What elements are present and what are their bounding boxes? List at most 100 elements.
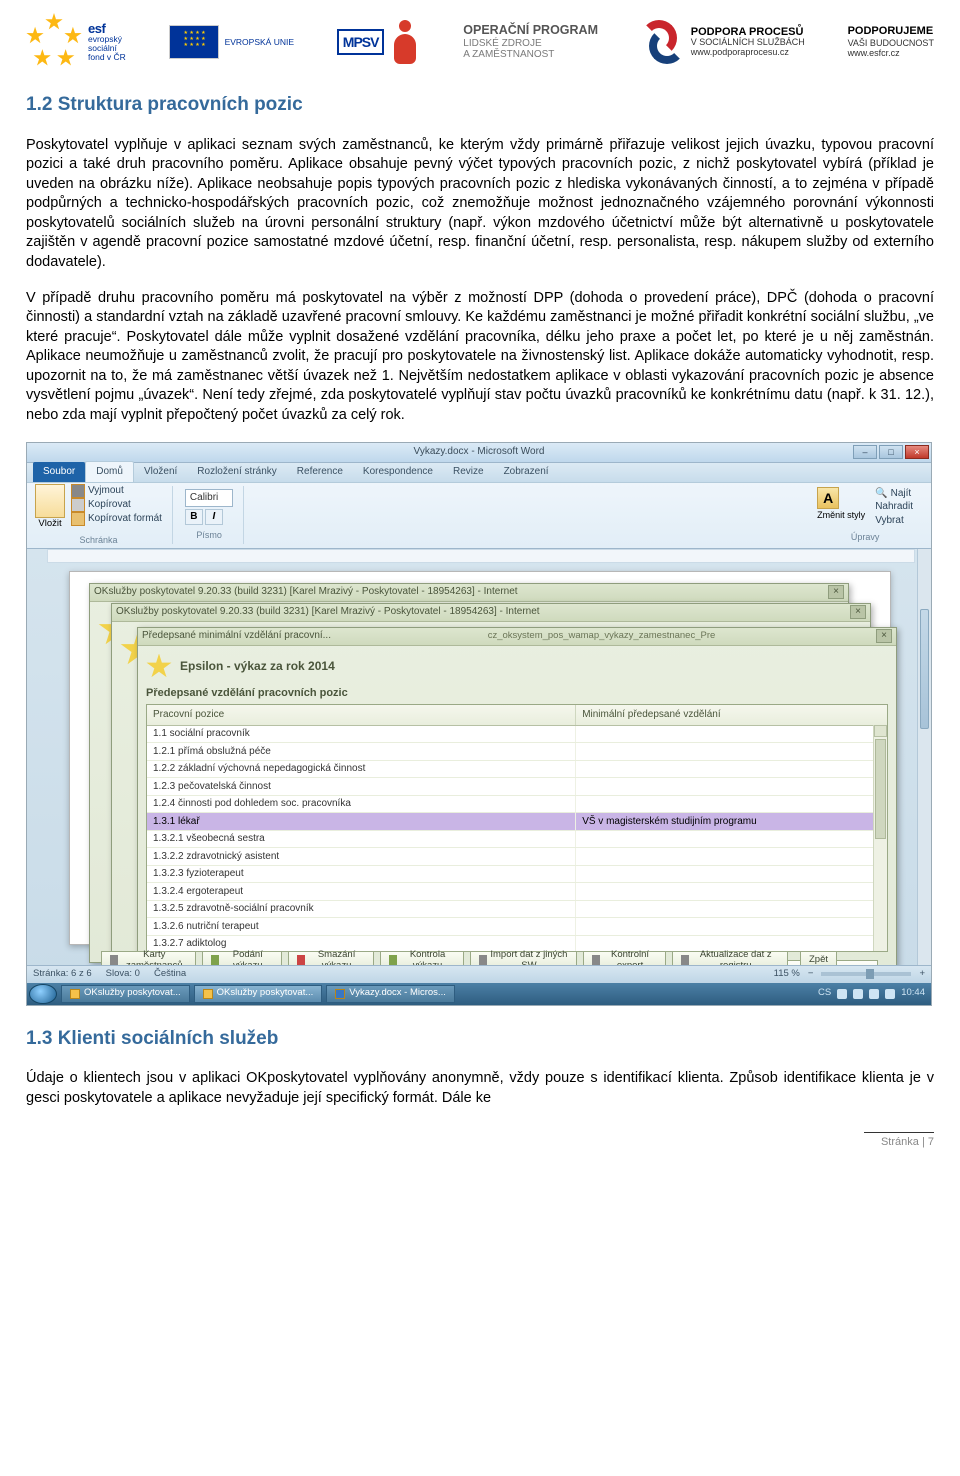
taskbar-item-2[interactable]: OKslužby poskytovat... <box>194 985 323 1003</box>
taskbar-item-3[interactable]: Vykazy.docx - Micros... <box>326 985 455 1003</box>
esf-star-icon <box>26 16 82 68</box>
replace-button[interactable]: Nahradit <box>875 500 913 514</box>
italic-button[interactable]: I <box>205 509 223 525</box>
table-row[interactable]: 1.3.2.6 nutriční terapeut <box>147 918 887 936</box>
tray-icon[interactable] <box>885 989 895 999</box>
tab-soubor[interactable]: Soubor <box>33 462 85 482</box>
para-1: Poskytovatel vyplňuje v aplikaci seznam … <box>26 136 934 273</box>
ribbon-editing-group: A Změnit styly 🔍Najít Nahradit Vybrat Úp… <box>817 486 923 544</box>
ie2-title-text: OKslužby poskytovatel 9.20.33 (build 323… <box>116 605 540 619</box>
tray-icon[interactable] <box>853 989 863 999</box>
cell-education <box>576 866 887 883</box>
font-group-label: Písmo <box>185 529 233 541</box>
table-row[interactable]: 1.3.2.1 všeobecná sestra <box>147 831 887 849</box>
ie3-section-label: Předepsané vzdělání pracovních pozic <box>146 686 888 701</box>
cell-position: 1.3.1 lékař <box>147 813 576 830</box>
export-icon <box>592 955 600 965</box>
logo-pp: PODPORA PROCESŮ V SOCIÁLNÍCH SLUŽBÁCH ww… <box>641 20 805 64</box>
table-row[interactable]: 1.3.2.4 ergoterapeut <box>147 883 887 901</box>
cell-position: 1.3.2.4 ergoterapeut <box>147 883 576 900</box>
table-row[interactable]: 1.3.2.5 zdravotně-sociální pracovník <box>147 901 887 919</box>
system-tray: CS 10:44 <box>818 987 931 1000</box>
cell-position: 1.3.2.5 zdravotně-sociální pracovník <box>147 901 576 918</box>
tab-rozlozeni[interactable]: Rozložení stránky <box>187 462 286 482</box>
scissors-icon <box>71 484 85 498</box>
tray-lang[interactable]: CS <box>818 987 831 1000</box>
format-painter-button[interactable]: Kopírovat formát <box>71 512 162 526</box>
tray-icon[interactable] <box>869 989 879 999</box>
table-row[interactable]: 1.2.3 pečovatelská činnost <box>147 778 887 796</box>
cut-button[interactable]: Vyjmout <box>71 484 162 498</box>
heading-1-2: 1.2 Struktura pracovních pozic <box>26 92 934 118</box>
copy-button[interactable]: Kopírovat <box>71 498 162 512</box>
zoom-slider[interactable] <box>821 972 911 976</box>
select-button[interactable]: Vybrat <box>875 514 913 528</box>
styles-button[interactable]: Změnit styly <box>817 509 865 521</box>
close-button[interactable]: × <box>905 445 929 459</box>
table-row[interactable]: 1.1 sociální pracovník <box>147 726 887 744</box>
table-row[interactable]: 1.2.2 základní výchovná nepedagogická či… <box>147 761 887 779</box>
document-scrollbar[interactable] <box>917 549 931 965</box>
col-position[interactable]: Pracovní pozice <box>147 705 576 725</box>
ie2-titlebar: OKslužby poskytovatel 9.20.33 (build 323… <box>112 604 870 622</box>
cell-position: 1.2.1 přímá obslužná péče <box>147 743 576 760</box>
copy-icon <box>71 498 85 512</box>
ie1-close-button[interactable]: × <box>828 585 844 599</box>
cell-position: 1.2.3 pečovatelská činnost <box>147 778 576 795</box>
import-icon <box>479 955 487 965</box>
window-buttons: – □ × <box>853 445 929 459</box>
maximize-button[interactable]: □ <box>879 445 903 459</box>
status-page: Stránka: 6 z 6 <box>33 968 92 981</box>
windows-taskbar: OKslužby poskytovat... OKslužby poskytov… <box>27 983 931 1005</box>
cell-position: 1.3.2.6 nutriční terapeut <box>147 918 576 935</box>
ie-icon <box>70 989 80 999</box>
table-row[interactable]: 1.3.1 lékařVŠ v magisterském studijním p… <box>147 813 887 831</box>
delete-icon <box>297 955 305 965</box>
ribbon-clipboard-group: Vložit Vyjmout Kopírovat Kopírovat formá… <box>35 486 173 544</box>
taskbar-item-1[interactable]: OKslužby poskytovat... <box>61 985 190 1003</box>
cell-position: 1.3.2.1 všeobecná sestra <box>147 831 576 848</box>
find-button[interactable]: 🔍Najít <box>875 487 913 501</box>
tray-icon[interactable] <box>837 989 847 999</box>
page-footer: Stránka | 7 <box>26 1132 934 1150</box>
table-header: Pracovní pozice Minimální předepsané vzd… <box>147 705 887 726</box>
cell-education <box>576 848 887 865</box>
eu-flag-icon <box>169 25 219 59</box>
ie2-close-button[interactable]: × <box>850 605 866 619</box>
positions-table: Pracovní pozice Minimální předepsané vzd… <box>146 704 888 952</box>
tab-vlozeni[interactable]: Vložení <box>134 462 187 482</box>
cell-position: 1.2.2 základní výchovná nepedagogická či… <box>147 761 576 778</box>
cell-education <box>576 743 887 760</box>
tab-revize[interactable]: Revize <box>443 462 494 482</box>
col-education[interactable]: Minimální předepsané vzdělání <box>576 705 887 725</box>
table-row[interactable]: 1.3.2.3 fyzioterapeut <box>147 866 887 884</box>
ie3-heading: Epsilon - výkaz za rok 2014 <box>180 658 335 674</box>
logo-mpsv: MPSV <box>337 20 421 64</box>
tab-zobrazeni[interactable]: Zobrazení <box>494 462 559 482</box>
table-row[interactable]: 1.3.2.2 zdravotnický asistent <box>147 848 887 866</box>
cell-education <box>576 778 887 795</box>
document-ruler <box>47 549 915 563</box>
person-icon <box>390 20 420 64</box>
minimize-button[interactable]: – <box>853 445 877 459</box>
bold-button[interactable]: B <box>185 509 203 525</box>
tab-korespondence[interactable]: Korespondence <box>353 462 443 482</box>
table-row[interactable]: 1.2.4 činnosti pod dohledem soc. pracovn… <box>147 796 887 814</box>
logo-esfcr: PODPORUJEME VAŠI BUDOUCNOST www.esfcr.cz <box>848 25 934 58</box>
table-row[interactable]: 1.2.1 přímá obslužná péče <box>147 743 887 761</box>
paste-icon[interactable] <box>35 484 65 518</box>
ribbon-body: Vložit Vyjmout Kopírovat Kopírovat formá… <box>27 483 931 549</box>
word-icon <box>335 989 345 999</box>
cell-education <box>576 901 887 918</box>
embedded-screenshot: Vykazy.docx - Microsoft Word – □ × Soubo… <box>26 442 932 1006</box>
refresh-icon <box>681 955 689 965</box>
start-button[interactable] <box>29 984 57 1004</box>
tray-clock[interactable]: 10:44 <box>901 987 925 1000</box>
clipboard-group-label: Schránka <box>35 534 162 546</box>
star-icon <box>146 654 172 680</box>
table-scrollbar[interactable] <box>873 725 887 951</box>
font-name-select[interactable]: Calibri <box>185 489 233 507</box>
tab-reference[interactable]: Reference <box>287 462 353 482</box>
ie3-close-button[interactable]: × <box>876 629 892 643</box>
tab-domu[interactable]: Domů <box>85 461 134 482</box>
